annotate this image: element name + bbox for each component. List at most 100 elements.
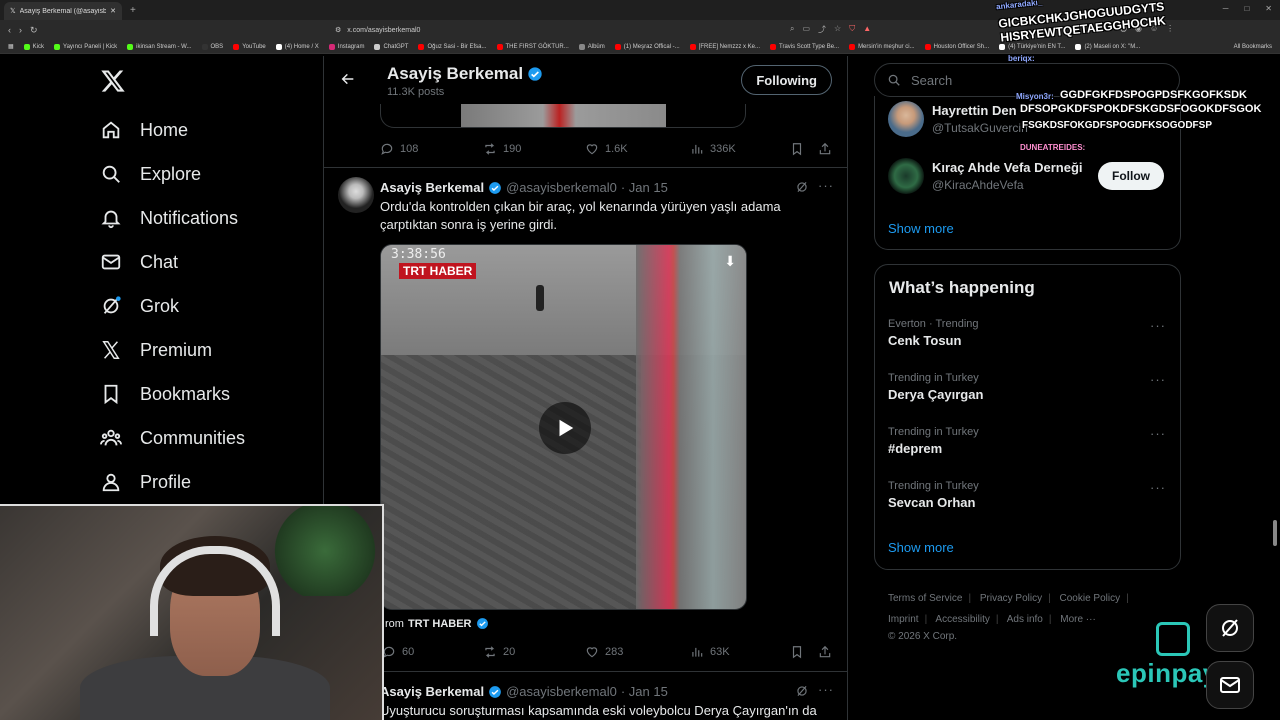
grok-icon[interactable]: [795, 180, 809, 194]
tweet-date[interactable]: · Jan 15: [621, 684, 668, 699]
nav-home[interactable]: Home: [100, 119, 188, 141]
bookmark-item[interactable]: THE FIRST GÖKTUR...: [496, 43, 569, 50]
zoom-icon[interactable]: ⌕: [790, 24, 794, 35]
like-button[interactable]: 1.6K: [585, 142, 628, 156]
reload-icon[interactable]: ↻: [30, 25, 38, 36]
repost-button[interactable]: 20: [483, 645, 515, 659]
x-logo-icon[interactable]: [100, 68, 126, 94]
bookmark-item[interactable]: Yayıncı Paneli | Kick: [54, 43, 117, 50]
nav-explore[interactable]: Explore: [100, 163, 201, 185]
views-button[interactable]: 63K: [690, 645, 730, 659]
download-icon[interactable]: ⬇: [724, 253, 736, 270]
author-name[interactable]: Asayiş Berkemal: [380, 684, 484, 699]
forward-nav-icon[interactable]: ›: [19, 25, 22, 36]
footer-link[interactable]: Privacy Policy: [980, 593, 1042, 604]
tweet-media[interactable]: [380, 104, 746, 128]
show-more-link[interactable]: Show more: [888, 540, 954, 555]
avatar[interactable]: [888, 158, 924, 194]
reply-button[interactable]: 108: [380, 142, 418, 156]
nav-grok[interactable]: Grok: [100, 295, 179, 317]
source-link[interactable]: TRT HABER: [408, 618, 472, 630]
back-arrow-icon[interactable]: [340, 71, 356, 87]
bookmark-item[interactable]: Instagram: [328, 43, 364, 50]
trend-item[interactable]: Trending in Turkey Derya Çayırgan: [888, 372, 983, 402]
avatar[interactable]: [888, 101, 924, 137]
avatar[interactable]: [338, 177, 374, 213]
footer-link[interactable]: More ···: [1060, 614, 1096, 625]
author-handle[interactable]: @asayisberkemal0: [506, 684, 617, 699]
nav-profile[interactable]: Profile: [100, 471, 191, 493]
more-options-icon[interactable]: ···: [1150, 372, 1166, 387]
more-options-icon[interactable]: ···: [818, 178, 834, 193]
trend-item[interactable]: Everton · Trending Cenk Tosun: [888, 318, 979, 348]
grok-icon[interactable]: [795, 684, 809, 698]
more-options-icon[interactable]: ···: [1150, 480, 1166, 495]
site-info-icon[interactable]: ⚙: [335, 26, 341, 34]
grok-floating-button[interactable]: [1206, 604, 1254, 652]
bookmark-item[interactable]: ikinsan Stream - W...: [127, 43, 192, 50]
bookmark-item[interactable]: Mersin'in meşhur ci...: [849, 43, 915, 50]
bookmark-item[interactable]: OBS: [201, 43, 223, 50]
author-name[interactable]: Asayiş Berkemal: [380, 180, 484, 195]
close-tab-icon[interactable]: ✕: [110, 7, 116, 15]
warning-icon[interactable]: ▲: [863, 24, 871, 35]
shield-icon[interactable]: ⛉: [849, 24, 855, 35]
tweet-video[interactable]: 3:38:56 TRT HABER ⬇: [380, 244, 747, 610]
tweet-date[interactable]: · Jan 15: [621, 180, 668, 195]
more-options-icon[interactable]: ···: [1150, 318, 1166, 333]
bookmark-item[interactable]: Houston Officer Sh...: [924, 43, 989, 50]
bookmark-icon[interactable]: [790, 645, 804, 659]
messages-floating-button[interactable]: [1206, 661, 1254, 709]
bookmark-item[interactable]: Albüm: [578, 43, 605, 50]
bookmark-item[interactable]: Kick: [23, 43, 44, 50]
bookmark-icon[interactable]: [790, 142, 804, 156]
show-more-link[interactable]: Show more: [888, 221, 954, 236]
footer-link[interactable]: Imprint: [888, 614, 919, 625]
reply-button[interactable]: 60: [382, 645, 414, 659]
nav-label: Home: [140, 119, 189, 140]
bookmark-item[interactable]: (4) Home / X: [275, 43, 319, 50]
new-tab-icon[interactable]: +: [130, 5, 136, 16]
nav-premium[interactable]: Premium: [100, 339, 212, 361]
apps-icon[interactable]: ▦: [8, 43, 14, 50]
share-icon[interactable]: ⤴: [818, 24, 826, 35]
like-button[interactable]: 283: [585, 645, 623, 659]
nav-label: Notifications: [140, 207, 239, 228]
nav-chat[interactable]: Chat: [100, 251, 178, 273]
footer-link[interactable]: Accessibility: [935, 614, 989, 625]
footer-link[interactable]: Cookie Policy: [1060, 593, 1121, 604]
follow-button[interactable]: Follow: [1098, 162, 1164, 190]
nav-communities[interactable]: Communities: [100, 427, 245, 449]
bookmark-star-icon[interactable]: ☆: [834, 24, 841, 35]
share-icon[interactable]: [818, 142, 832, 156]
trend-item[interactable]: Trending in Turkey Sevcan Orhan: [888, 480, 979, 510]
bookmark-item[interactable]: Travis Scott Type Be...: [770, 43, 839, 50]
cast-icon[interactable]: ▭: [802, 24, 810, 35]
share-icon[interactable]: [818, 645, 832, 659]
mail-icon: [1220, 677, 1240, 693]
following-button[interactable]: Following: [741, 65, 832, 95]
verified-badge-icon: [476, 618, 488, 629]
back-nav-icon[interactable]: ‹: [8, 25, 11, 36]
more-options-icon[interactable]: ···: [818, 682, 834, 697]
bookmark-item[interactable]: [FREE] Nemzzz x Ke...: [689, 43, 760, 50]
browser-tab[interactable]: 𝕏 Asayiş Berkemal (@asayisbe ✕: [4, 2, 122, 20]
bookmark-item[interactable]: (1) Meşraz Offical -...: [614, 43, 680, 50]
repost-button[interactable]: 190: [483, 142, 521, 156]
play-button[interactable]: [539, 402, 591, 454]
bookmark-item[interactable]: Oğuz Sasi - Bir Efsa...: [418, 43, 487, 50]
nav-notifications[interactable]: Notifications: [100, 207, 238, 229]
footer-link[interactable]: Terms of Service: [888, 593, 962, 604]
nav-bookmarks[interactable]: Bookmarks: [100, 383, 230, 405]
bookmark-item[interactable]: ChatGPT: [374, 43, 408, 50]
footer-link[interactable]: Ads info: [1007, 614, 1043, 625]
bookmark-item[interactable]: YouTube: [233, 43, 266, 50]
more-options-icon[interactable]: ···: [1150, 426, 1166, 441]
suggested-account[interactable]: Kıraç Ahde Vefa Derneği @KiracAhdeVefa: [888, 158, 1083, 194]
views-button[interactable]: 336K: [690, 142, 736, 156]
author-handle[interactable]: @asayisberkemal0: [506, 180, 617, 195]
views-icon: [692, 144, 703, 154]
scrollbar[interactable]: [1273, 520, 1277, 546]
trend-item[interactable]: Trending in Turkey #deprem: [888, 426, 979, 456]
nav-label: Bookmarks: [140, 383, 231, 404]
